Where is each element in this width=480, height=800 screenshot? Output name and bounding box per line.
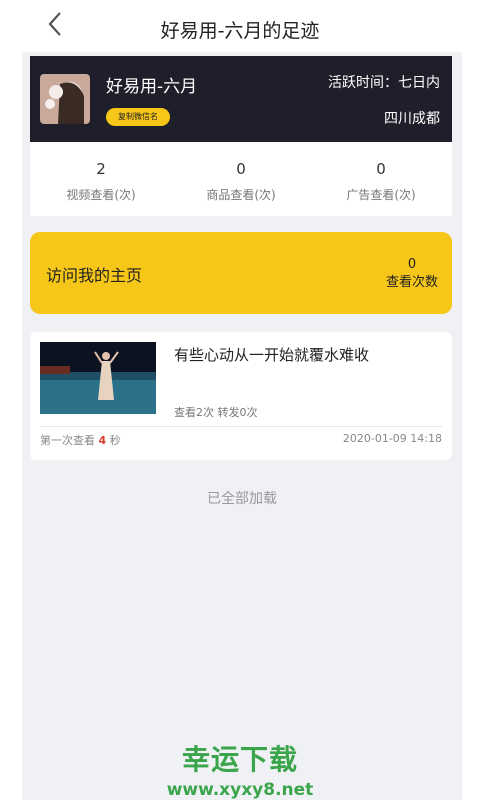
video-title: 有些心动从一开始就覆水难收 (174, 346, 370, 364)
content-area: 好易用-六月 复制微信名 活跃时间：七日内 四川成都 2 视频查看(次) 0 商… (22, 52, 462, 800)
profile-name: 好易用-六月 (106, 77, 198, 97)
profile-header: 好易用-六月 复制微信名 活跃时间：七日内 四川成都 (30, 56, 452, 142)
copy-wechat-name-button[interactable]: 复制微信名 (106, 108, 170, 126)
watermark-title: 幸运下载 (181, 743, 298, 776)
divider (40, 426, 442, 427)
avatar-image (40, 74, 90, 124)
video-thumbnail[interactable] (40, 342, 156, 414)
visit-label: 访问我的主页 (46, 266, 143, 285)
active-time: 活跃时间：七日内 (328, 75, 440, 91)
visit-count: 0 查看次数 (386, 256, 438, 292)
stat-label: 广告查看(次) (346, 188, 416, 202)
visit-count-label: 查看次数 (385, 275, 438, 290)
avatar (40, 74, 90, 124)
stat-product-views: 0 商品查看(次) (181, 160, 301, 203)
video-meta: 查看2次 转发0次 (174, 406, 258, 419)
video-thumbnail-image (40, 342, 156, 414)
stat-label: 视频查看(次) (66, 188, 136, 202)
stat-label: 商品查看(次) (206, 188, 276, 202)
first-view-prefix: 第一次查看 (40, 434, 95, 447)
stat-video-views: 2 视频查看(次) (41, 160, 161, 203)
stat-value: 2 (96, 160, 106, 178)
location: 四川成都 (384, 111, 440, 127)
all-loaded-text: 已全部加载 (207, 491, 277, 507)
watermark-url: www.xyxy8.net (166, 780, 314, 800)
top-bar: 好易用-六月的足迹 (0, 0, 480, 54)
video-card[interactable]: 有些心动从一开始就覆水难收 查看2次 转发0次 第一次查看 4 秒 2020-0… (30, 332, 452, 460)
visit-count-value: 0 (407, 257, 417, 272)
first-view-info: 第一次查看 4 秒 (40, 432, 121, 448)
first-view-suffix: 秒 (109, 434, 121, 447)
page-title: 好易用-六月的足迹 (160, 20, 320, 42)
watermark: 幸运下载 www.xyxy8.net (0, 738, 480, 800)
stat-ad-views: 0 广告查看(次) (321, 160, 441, 203)
first-view-seconds: 4 (98, 434, 107, 447)
stat-value: 0 (376, 160, 386, 178)
stat-value: 0 (236, 160, 246, 178)
view-date: 2020-01-09 14:18 (342, 432, 442, 445)
visit-homepage-card[interactable]: 访问我的主页 0 查看次数 (30, 232, 452, 314)
screen: 好易用-六月的足迹 好易用-六月 复制微信名 活跃时间：七日内 四川成都 2 视… (0, 0, 480, 800)
profile-card: 好易用-六月 复制微信名 活跃时间：七日内 四川成都 2 视频查看(次) 0 商… (30, 56, 452, 216)
